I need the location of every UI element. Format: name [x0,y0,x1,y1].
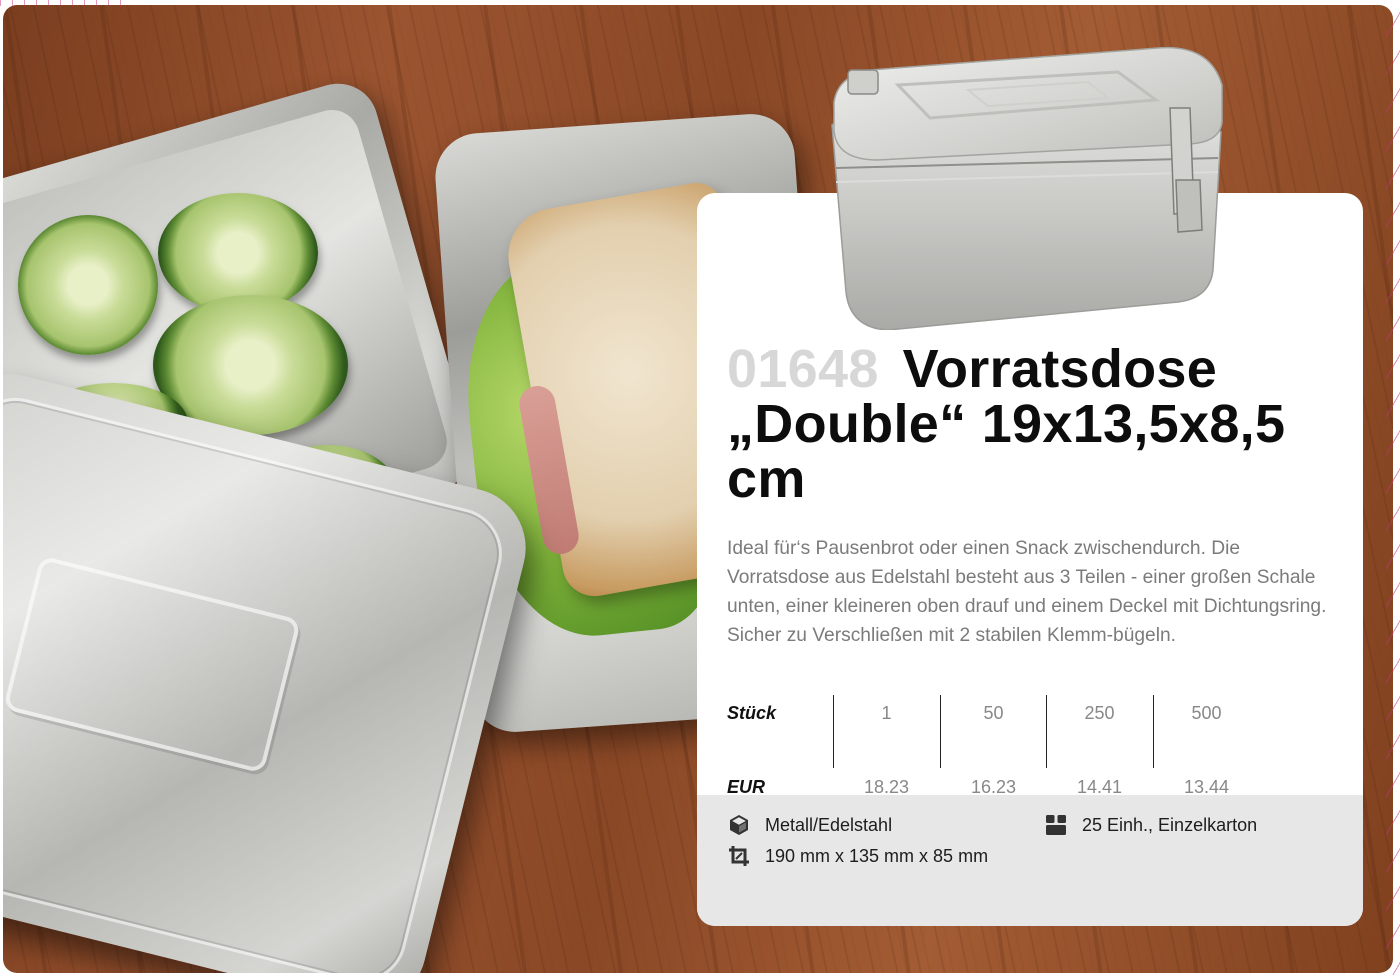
price-cell: 14.41 [1076,777,1123,797]
decorative-ticks [0,0,130,6]
currency-label: EUR [727,777,766,797]
spec-dimensions-text: 190 mm x 135 mm x 85 mm [765,845,989,866]
quantity-cell: 250 [1084,703,1115,723]
cucumber-slice [18,215,158,355]
product-description: Ideal für‘s Pausenbrot oder einen Snack … [727,538,1327,646]
price-cell: 13.44 [1183,777,1230,797]
quantity-cell: 50 [983,703,1004,723]
spec-packaging: 25 Einh., Einzelkarton [1044,813,1257,837]
box-icon [1046,815,1066,835]
table-divider [940,695,941,768]
table-divider [1153,695,1154,768]
quantity-cell: 1 [881,703,892,723]
spec-dimensions: 190 mm x 135 mm x 85 mm [727,844,988,868]
price-cell: 16.23 [970,777,1017,797]
quantity-label: Stück [727,703,777,723]
spec-packaging-text: 25 Einh., Einzelkarton [1082,814,1258,835]
price-cell: 18.23 [863,777,910,797]
product-title: 01648 Vorratsdose „Double“ 19x13,5x8,5 cm [727,342,1317,507]
cube-icon [730,815,748,835]
spec-material-text: Metall/Edelstahl [765,814,893,835]
crop-icon [729,846,749,866]
quantity-cell: 500 [1191,703,1222,723]
product-number: 01648 [727,339,879,399]
table-divider [1046,695,1047,768]
spec-material: Metall/Edelstahl [727,813,892,837]
table-divider [833,695,834,768]
product-image [831,46,1223,330]
decorative-stripes [1386,0,1400,975]
